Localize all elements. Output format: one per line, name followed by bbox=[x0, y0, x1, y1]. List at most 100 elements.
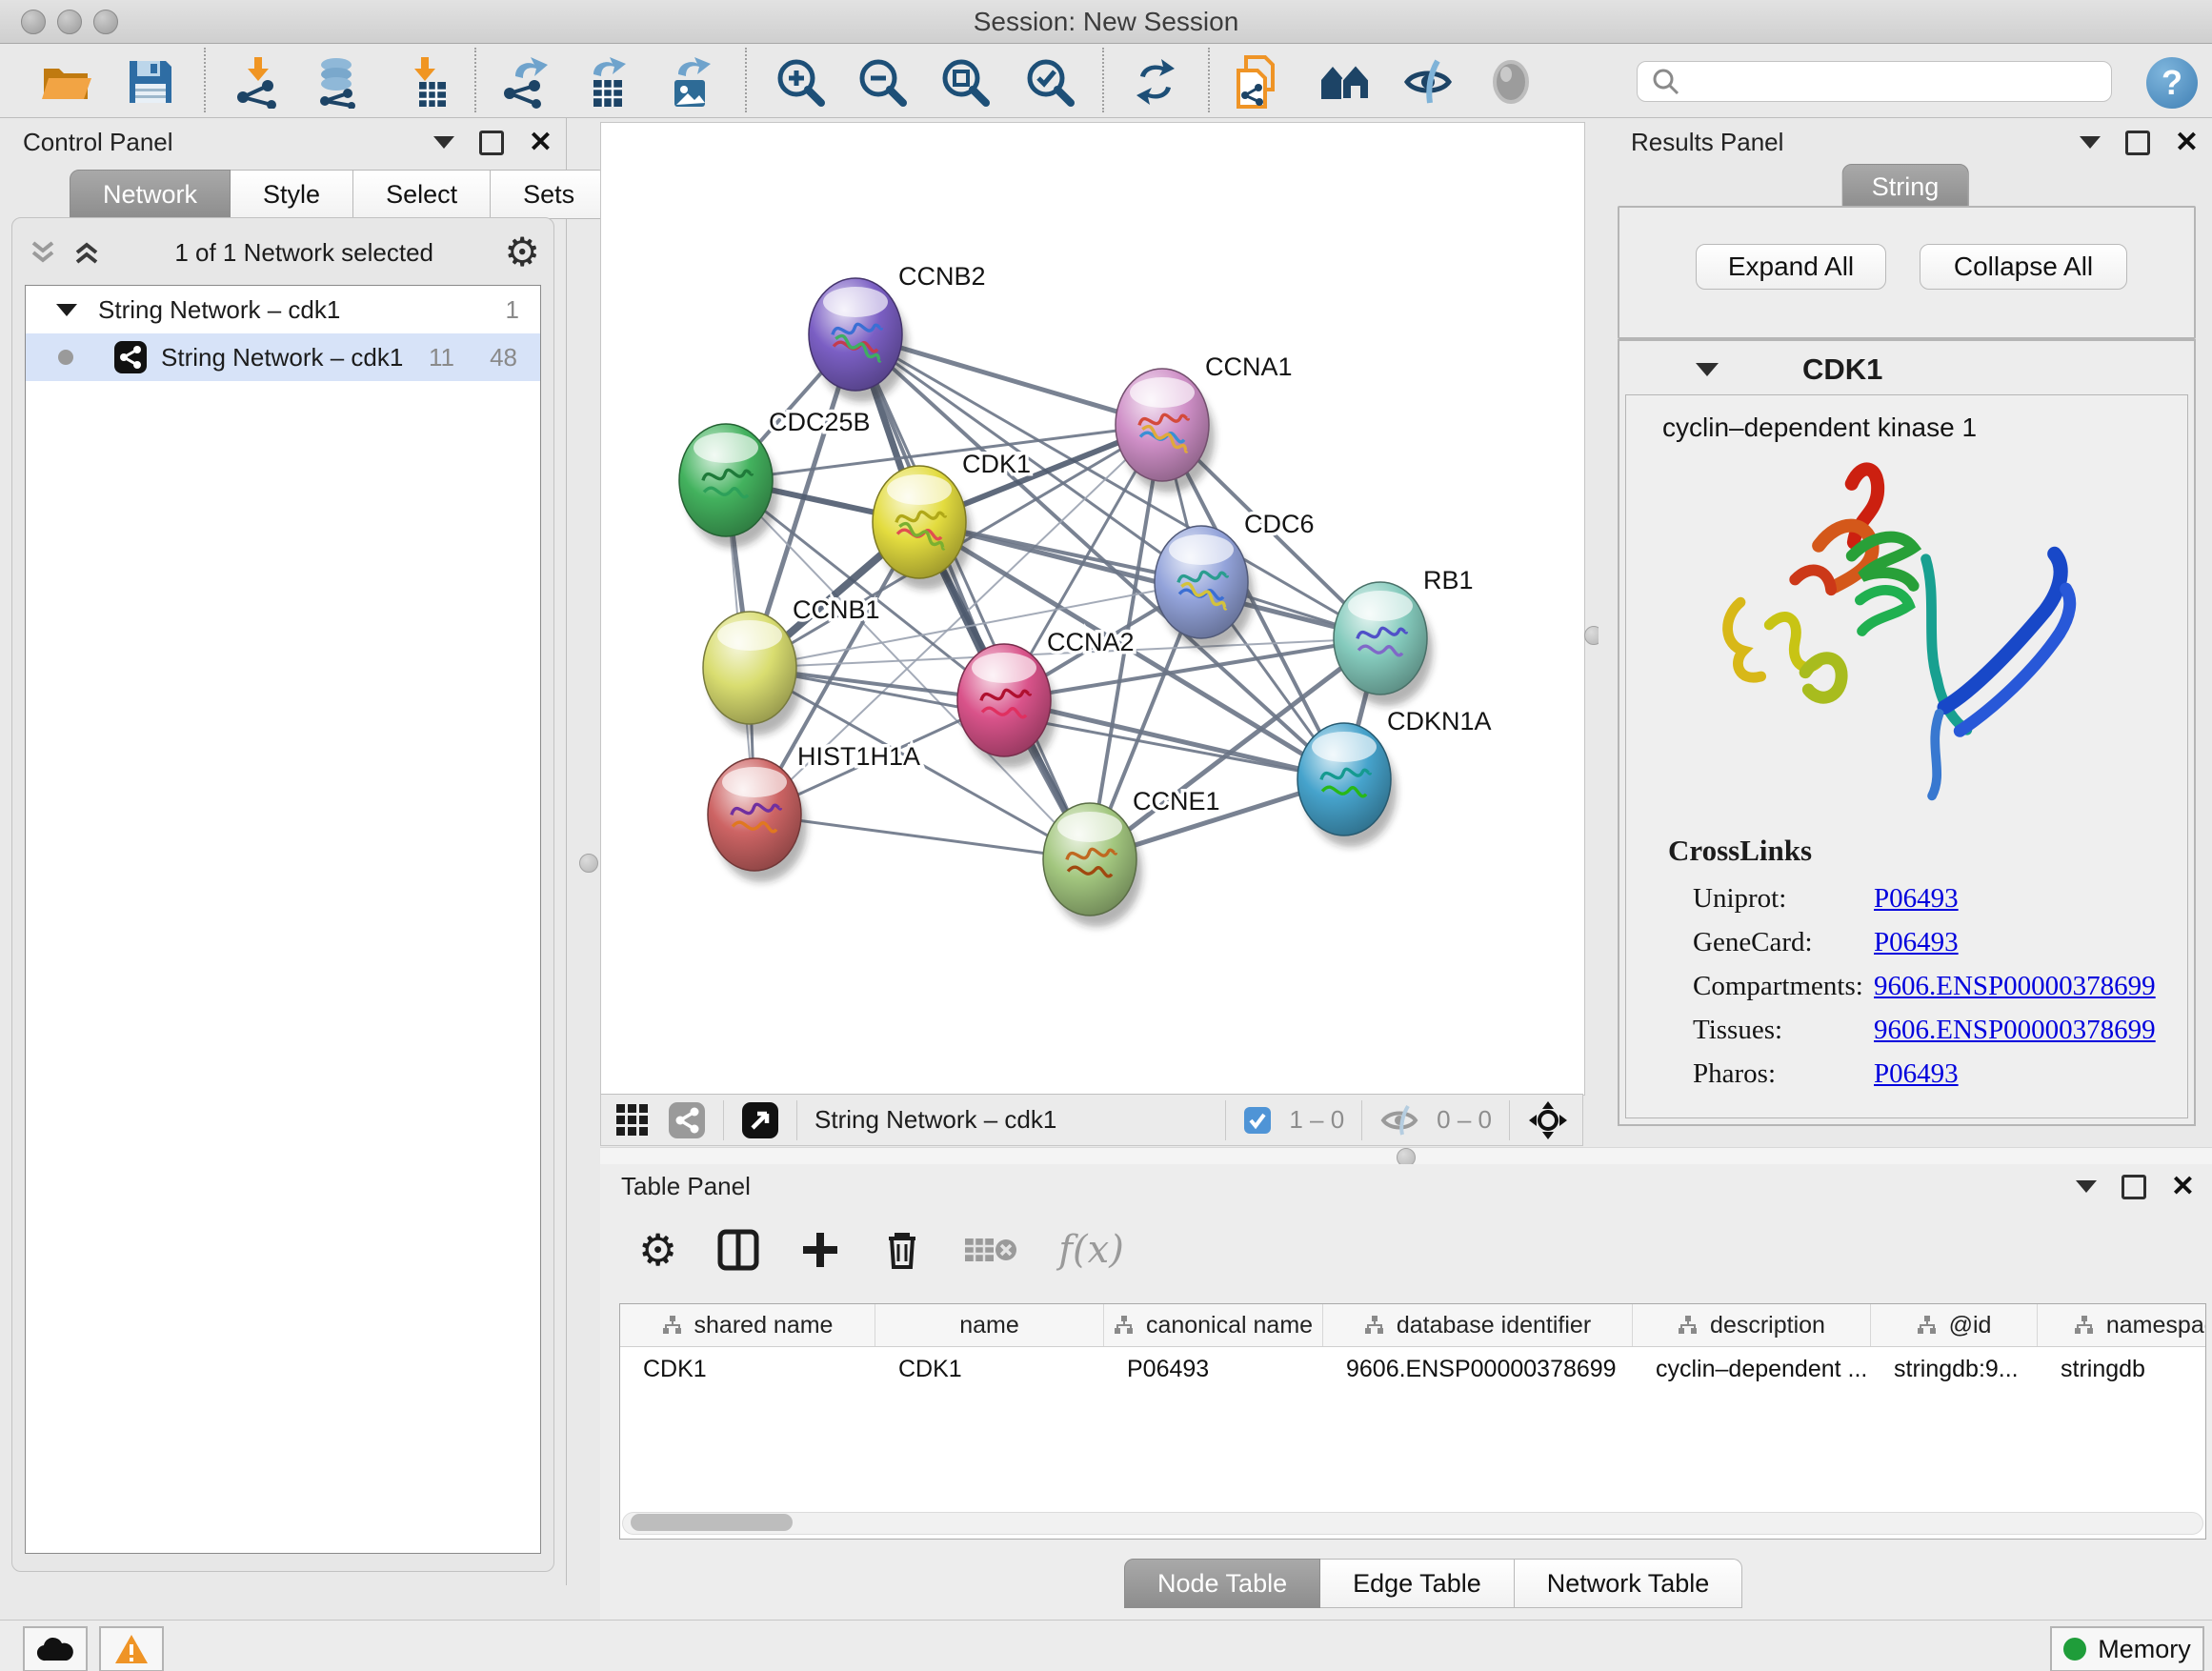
column-header-description[interactable]: description bbox=[1633, 1304, 1871, 1346]
zoom-fit-button[interactable] bbox=[937, 54, 993, 110]
refresh-button[interactable] bbox=[1128, 54, 1183, 110]
search-input[interactable] bbox=[1685, 65, 2111, 99]
collapse-all-icon[interactable] bbox=[26, 235, 60, 270]
fit-selected-icon[interactable] bbox=[1527, 1099, 1569, 1141]
network-view-toolbar: String Network – cdk1 1 – 0 0 – 0 bbox=[600, 1094, 1583, 1146]
horizontal-scrollbar[interactable] bbox=[622, 1512, 2203, 1535]
birdseye-view-icon[interactable] bbox=[741, 1101, 779, 1139]
zoom-in-button[interactable] bbox=[773, 54, 828, 110]
table-cell[interactable]: stringdb bbox=[2038, 1356, 2206, 1383]
network-node-ccne1[interactable]: CCNE1 bbox=[1043, 787, 1220, 927]
float-panel-icon[interactable] bbox=[2122, 1175, 2146, 1199]
open-session-button[interactable] bbox=[39, 54, 94, 110]
close-panel-icon[interactable]: ✕ bbox=[2175, 133, 2199, 152]
table-cell[interactable]: stringdb:9... bbox=[1871, 1356, 2038, 1383]
table-cell[interactable]: CDK1 bbox=[875, 1356, 1104, 1383]
network-node-ccnb1[interactable]: CCNB1 bbox=[703, 595, 880, 735]
export-table-button[interactable] bbox=[579, 54, 634, 110]
collapse-panel-icon[interactable] bbox=[2076, 1180, 2097, 1193]
column-header-name[interactable]: name bbox=[875, 1304, 1104, 1346]
collapse-panel-icon[interactable] bbox=[433, 136, 454, 149]
table-cell[interactable]: 9606.ENSP00000378699 bbox=[1323, 1356, 1633, 1383]
network-node-cdc6[interactable]: CDC6 bbox=[1155, 510, 1315, 650]
tab-sets[interactable]: Sets bbox=[491, 170, 608, 219]
table-settings-icon[interactable]: ⚙ bbox=[638, 1230, 677, 1270]
column-header-shared-name[interactable]: shared name bbox=[620, 1304, 875, 1346]
crosslink-link[interactable]: 9606.ENSP00000378699 bbox=[1874, 971, 2156, 1002]
memory-button[interactable]: Memory bbox=[2050, 1626, 2204, 1671]
show-details-button[interactable] bbox=[1483, 54, 1538, 110]
network-node-hist1h1a[interactable]: HIST1H1A bbox=[708, 742, 920, 882]
collection-expander-icon[interactable] bbox=[56, 304, 77, 316]
crosslink-link[interactable]: P06493 bbox=[1874, 927, 1959, 958]
float-panel-icon[interactable] bbox=[2125, 131, 2150, 155]
column-header-database-identifier[interactable]: database identifier bbox=[1323, 1304, 1633, 1346]
import-network-from-database-button[interactable] bbox=[311, 54, 366, 110]
tab-select[interactable]: Select bbox=[353, 170, 491, 219]
column-header--id[interactable]: @id bbox=[1871, 1304, 2038, 1346]
tab-network-table[interactable]: Network Table bbox=[1515, 1559, 1743, 1608]
float-panel-icon[interactable] bbox=[479, 131, 504, 155]
import-table-button[interactable] bbox=[397, 54, 452, 110]
network-graph[interactable]: CCNB2CCNA1CDC25BCDK1CDC6RB1CCNB1CCNA2CDK… bbox=[601, 123, 1582, 1093]
network-view-canvas[interactable]: CCNB2CCNA1CDC25BCDK1CDC6RB1CCNB1CCNA2CDK… bbox=[600, 122, 1585, 1096]
network-node-ccnb2[interactable]: CCNB2 bbox=[809, 262, 986, 402]
toolbar-separator bbox=[796, 1100, 797, 1140]
close-panel-icon[interactable]: ✕ bbox=[2171, 1178, 2195, 1197]
entry-expander-icon[interactable] bbox=[1696, 363, 1719, 376]
tab-network[interactable]: Network bbox=[70, 170, 231, 219]
protein-structure-image bbox=[1693, 448, 2093, 829]
add-column-icon[interactable] bbox=[799, 1229, 841, 1271]
tab-style[interactable]: Style bbox=[231, 170, 353, 219]
column-header-namespace[interactable]: namespace bbox=[2038, 1304, 2206, 1346]
network-edge[interactable] bbox=[919, 522, 1380, 638]
zoom-out-button[interactable] bbox=[855, 54, 910, 110]
help-button[interactable]: ? bbox=[2146, 57, 2198, 109]
show-graphics-details-button[interactable] bbox=[1317, 54, 1372, 110]
splitter-handle[interactable] bbox=[579, 854, 598, 873]
import-network-database-icon bbox=[312, 55, 365, 109]
selected-nodes-checkbox[interactable] bbox=[1243, 1106, 1272, 1135]
import-network-button[interactable] bbox=[231, 54, 286, 110]
hide-details-button[interactable] bbox=[1400, 54, 1456, 110]
tab-edge-table[interactable]: Edge Table bbox=[1320, 1559, 1515, 1608]
delete-column-icon[interactable] bbox=[881, 1229, 923, 1271]
protein-entry-header[interactable]: CDK1 bbox=[1625, 345, 2188, 394]
column-header-canonical-name[interactable]: canonical name bbox=[1104, 1304, 1323, 1346]
export-network-button[interactable] bbox=[497, 54, 553, 110]
crosslink-link[interactable]: P06493 bbox=[1874, 1058, 1959, 1090]
split-view-icon[interactable] bbox=[717, 1229, 759, 1271]
tab-node-table[interactable]: Node Table bbox=[1124, 1559, 1320, 1608]
network-row[interactable]: String Network – cdk1 11 48 bbox=[26, 333, 540, 381]
network-node-cdk1[interactable]: CDK1 bbox=[873, 450, 1031, 590]
hidden-elements-icon[interactable] bbox=[1379, 1104, 1419, 1137]
crosslink-link[interactable]: 9606.ENSP00000378699 bbox=[1874, 1015, 2156, 1046]
network-collection-row[interactable]: String Network – cdk1 1 bbox=[26, 286, 540, 333]
network-options-gear-icon[interactable]: ⚙ bbox=[504, 232, 540, 272]
network-edge[interactable] bbox=[855, 334, 1090, 859]
network-list-icon[interactable] bbox=[668, 1101, 706, 1139]
grid-view-icon[interactable] bbox=[614, 1102, 651, 1138]
collapse-panel-icon[interactable] bbox=[2080, 136, 2101, 149]
table-cell[interactable]: P06493 bbox=[1104, 1356, 1323, 1383]
network-node-rb1[interactable]: RB1 bbox=[1334, 566, 1474, 706]
collapse-all-button[interactable]: Collapse All bbox=[1920, 244, 2127, 290]
save-session-button[interactable] bbox=[123, 54, 178, 110]
table-cell[interactable]: CDK1 bbox=[620, 1356, 875, 1383]
warnings-button[interactable] bbox=[99, 1626, 164, 1671]
zoom-selected-button[interactable] bbox=[1022, 54, 1077, 110]
tab-string[interactable]: String bbox=[1842, 164, 1969, 210]
network-node-cdc25b[interactable]: CDC25B bbox=[679, 408, 871, 548]
network-node-ccna1[interactable]: CCNA1 bbox=[1116, 352, 1293, 493]
scrollbar-thumb[interactable] bbox=[631, 1514, 793, 1531]
table-row[interactable]: CDK1CDK1P064939606.ENSP00000378699cyclin… bbox=[620, 1347, 2205, 1391]
crosslink-link[interactable]: P06493 bbox=[1874, 883, 1959, 915]
expand-all-icon[interactable] bbox=[70, 235, 104, 270]
network-node-cdkn1a[interactable]: CDKN1A bbox=[1297, 707, 1492, 847]
table-cell[interactable]: cyclin–dependent ... bbox=[1633, 1356, 1871, 1383]
export-image-button[interactable] bbox=[662, 54, 717, 110]
close-panel-icon[interactable]: ✕ bbox=[529, 133, 553, 152]
expand-all-button[interactable]: Expand All bbox=[1696, 244, 1886, 290]
cloud-button[interactable] bbox=[23, 1626, 88, 1671]
first-neighbors-button[interactable] bbox=[1232, 54, 1287, 110]
